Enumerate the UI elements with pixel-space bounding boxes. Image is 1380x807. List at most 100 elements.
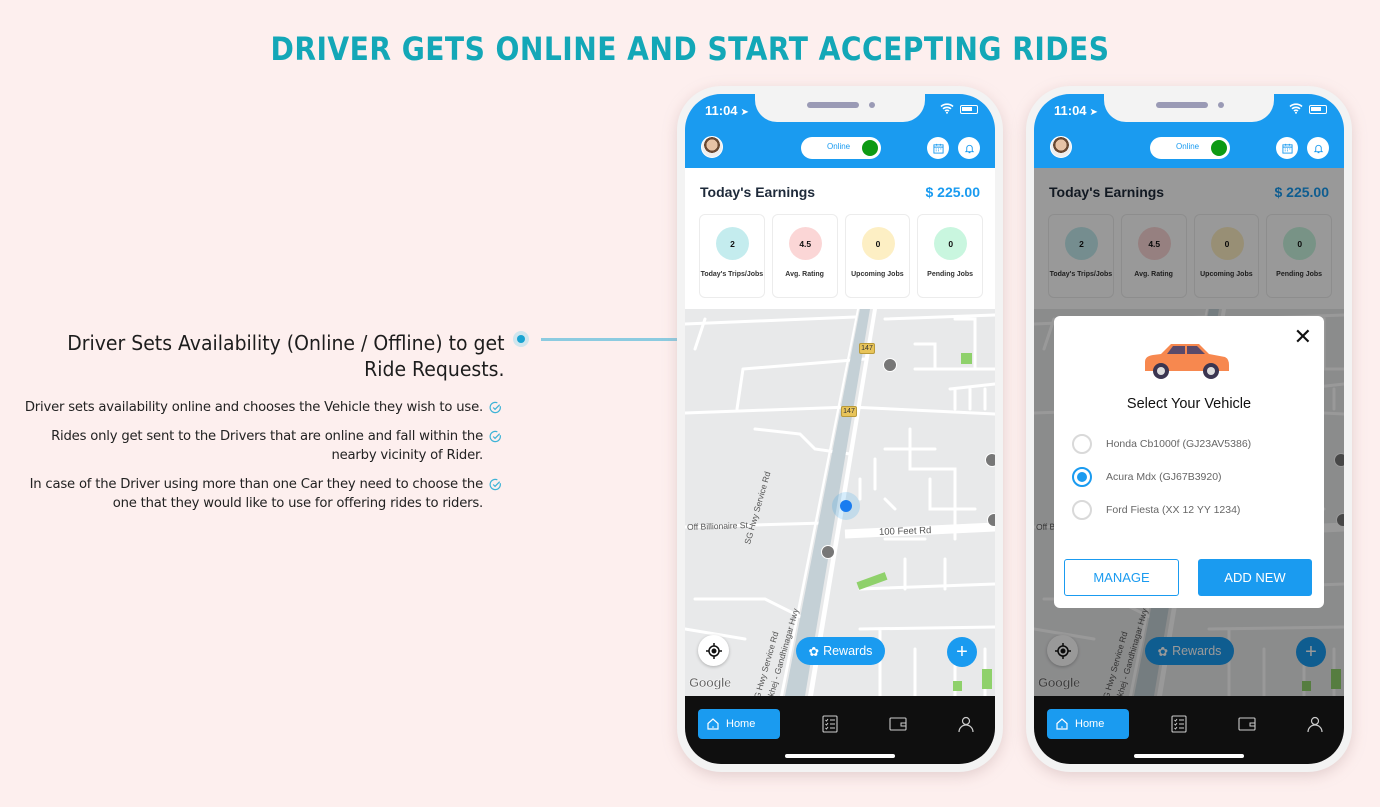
add-new-button[interactable]: ADD NEW: [1198, 559, 1312, 596]
highway-shield: 147: [859, 343, 875, 354]
vehicle-label: Acura Mdx (GJ67B3920): [1106, 471, 1222, 483]
home-indicator: [1134, 754, 1244, 758]
vehicle-label: Honda Cb1000f (GJ23AV5386): [1106, 438, 1252, 450]
car-icon: [1145, 344, 1229, 379]
stat-pending[interactable]: 0 Pending Jobs: [917, 214, 983, 298]
check-circle-icon: [489, 478, 501, 491]
restaurant-poi-icon[interactable]: [821, 545, 835, 559]
vehicle-option[interactable]: Honda Cb1000f (GJ23AV5386): [1072, 433, 1251, 455]
stat-upcoming[interactable]: 0 Upcoming Jobs: [844, 214, 911, 298]
bell-icon: [964, 144, 974, 153]
tasks-icon[interactable]: [821, 715, 839, 733]
add-button[interactable]: +: [947, 637, 977, 667]
stat-value: 2: [716, 227, 749, 260]
home-content: Today's Earnings $ 225.00 2 Today's Trips…: [685, 168, 995, 696]
bullet-text: Driver sets availability online and choo…: [24, 400, 483, 415]
wifi-icon: [940, 103, 954, 114]
toggle-label: Online: [1176, 142, 1200, 151]
hotel-poi-icon[interactable]: [883, 358, 897, 372]
radio-button[interactable]: [1072, 434, 1092, 454]
nav-home[interactable]: Home: [698, 709, 780, 739]
stat-value: 0: [934, 227, 968, 260]
stat-label: Avg. Rating: [785, 271, 824, 278]
check-circle-icon: [489, 401, 501, 414]
stat-rating[interactable]: 4.5 Avg. Rating: [771, 214, 838, 298]
poi-icon[interactable]: [987, 513, 995, 527]
online-toggle[interactable]: Online: [801, 137, 881, 159]
home-icon: [707, 718, 719, 730]
poi-icon[interactable]: [985, 453, 995, 467]
park-area: [982, 669, 992, 689]
avatar[interactable]: [1050, 136, 1072, 158]
feature-bullet: Rides only get sent to the Drivers that …: [20, 427, 510, 465]
time-text: 11:04: [705, 103, 738, 118]
toggle-knob: [862, 140, 878, 156]
plus-icon: +: [956, 641, 968, 663]
wifi-icon: [1289, 103, 1303, 114]
toggle-knob: [1211, 140, 1227, 156]
phone-select-vehicle: 11:04➤ Online Today's Earnings $ 225.00: [1026, 86, 1352, 772]
home-icon: [1056, 718, 1068, 730]
wallet-icon[interactable]: [889, 715, 907, 733]
radio-button[interactable]: [1072, 500, 1092, 520]
select-vehicle-modal: ✕ Select Your Vehicle Honda Cb1000f (GJ2…: [1054, 316, 1324, 608]
map-view[interactable]: 147 147 Off Billionaire St 100 Feet Rd S…: [685, 309, 995, 696]
profile-icon[interactable]: [957, 715, 975, 733]
close-icon[interactable]: ✕: [1294, 326, 1312, 348]
earnings-amount: $ 225.00: [925, 184, 981, 200]
recenter-button[interactable]: [698, 635, 729, 666]
rewards-label: Rewards: [823, 644, 873, 658]
stat-value: 4.5: [788, 227, 822, 260]
highway-shield: 147: [841, 406, 857, 417]
vehicle-option[interactable]: Acura Mdx (GJ67B3920): [1072, 466, 1222, 488]
page-title: DRIVER GETS ONLINE AND START ACCEPTING R…: [270, 30, 1110, 68]
calendar-icon: [932, 143, 944, 154]
profile-icon[interactable]: [1306, 715, 1324, 733]
connector-line: [541, 338, 679, 341]
vehicle-option[interactable]: Ford Fiesta (XX 12 YY 1234): [1072, 499, 1240, 521]
bottom-nav: Home: [1034, 696, 1344, 764]
rewards-button[interactable]: ✿ Rewards: [796, 637, 885, 665]
stat-label: Today's Trips/Jobs: [700, 271, 764, 278]
bell-icon: [1313, 144, 1323, 153]
map-road-label: Off Billionaire St: [686, 519, 748, 533]
status-time: 11:04 ➤: [1054, 103, 1098, 118]
modal-title: Select Your Vehicle: [1126, 396, 1252, 412]
current-location-marker: [832, 492, 860, 520]
tasks-icon[interactable]: [1170, 715, 1188, 733]
feature-block: Driver Sets Availability (Online / Offli…: [20, 330, 510, 523]
stat-trips[interactable]: 2 Today's Trips/Jobs: [699, 214, 765, 298]
battery-icon: [960, 105, 978, 114]
manage-button[interactable]: MANAGE: [1064, 559, 1179, 596]
battery-icon: [1309, 105, 1327, 114]
notifications-button[interactable]: [1307, 137, 1329, 159]
google-attribution: Google: [689, 675, 732, 691]
nav-home[interactable]: Home: [1047, 709, 1129, 739]
app-header: Online: [685, 130, 995, 168]
bullet-text: In case of the Driver using more than on…: [29, 477, 484, 511]
stat-label: Upcoming Jobs: [851, 271, 904, 278]
award-icon: ✿: [808, 644, 820, 659]
bottom-nav: Home: [685, 696, 995, 764]
feature-bullets: Driver sets availability online and choo…: [20, 398, 510, 513]
radio-button[interactable]: [1072, 467, 1092, 487]
park-area: [953, 681, 962, 691]
wallet-icon[interactable]: [1238, 715, 1256, 733]
park-area: [961, 353, 972, 364]
phone-home-screen: 11:04➤ Online Today's Earnings $ 225.00: [677, 86, 1003, 772]
status-time: 11:04 ➤: [705, 103, 749, 118]
toggle-label: Online: [827, 142, 851, 151]
earnings-title: Today's Earnings: [700, 184, 816, 200]
calendar-button[interactable]: [927, 137, 949, 159]
camera: [869, 102, 875, 108]
notifications-button[interactable]: [958, 137, 980, 159]
speaker: [1156, 102, 1208, 108]
calendar-button[interactable]: [1276, 137, 1298, 159]
status-bar: 11:04 ➤: [685, 94, 995, 130]
online-toggle[interactable]: Online: [1150, 137, 1230, 159]
connector-dot: [513, 331, 529, 347]
map-road-label: 100 Feet Rd: [878, 525, 932, 538]
speaker: [807, 102, 859, 108]
feature-bullet: Driver sets availability online and choo…: [20, 398, 510, 417]
avatar[interactable]: [701, 136, 723, 158]
